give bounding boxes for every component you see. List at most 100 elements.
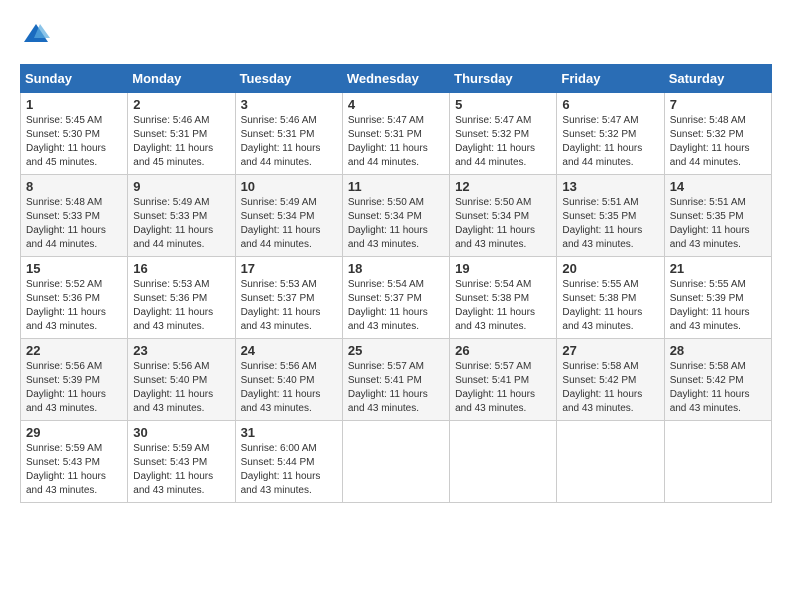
- day-info: Sunrise: 5:50 AMSunset: 5:34 PMDaylight:…: [455, 196, 551, 252]
- calendar-day-cell: 30 Sunrise: 5:59 AMSunset: 5:43 PMDayligh…: [128, 421, 235, 503]
- day-number: 4: [348, 97, 444, 112]
- day-info: Sunrise: 5:51 AMSunset: 5:35 PMDaylight:…: [562, 196, 658, 252]
- day-number: 28: [670, 343, 766, 358]
- day-info: Sunrise: 5:49 AMSunset: 5:34 PMDaylight:…: [241, 196, 337, 252]
- day-info: Sunrise: 5:49 AMSunset: 5:33 PMDaylight:…: [133, 196, 229, 252]
- day-info: Sunrise: 5:59 AMSunset: 5:43 PMDaylight:…: [133, 442, 229, 498]
- day-info: Sunrise: 5:48 AMSunset: 5:32 PMDaylight:…: [670, 114, 766, 170]
- calendar-day-cell: 2 Sunrise: 5:46 AMSunset: 5:31 PMDaylight…: [128, 93, 235, 175]
- day-info: Sunrise: 5:54 AMSunset: 5:37 PMDaylight:…: [348, 278, 444, 334]
- calendar-day-cell: 29 Sunrise: 5:59 AMSunset: 5:43 PMDayligh…: [21, 421, 128, 503]
- calendar-day-cell: [342, 421, 449, 503]
- calendar-day-cell: 8 Sunrise: 5:48 AMSunset: 5:33 PMDaylight…: [21, 175, 128, 257]
- day-number: 15: [26, 261, 122, 276]
- calendar-day-cell: 16 Sunrise: 5:53 AMSunset: 5:36 PMDayligh…: [128, 257, 235, 339]
- day-number: 2: [133, 97, 229, 112]
- day-number: 14: [670, 179, 766, 194]
- day-number: 30: [133, 425, 229, 440]
- day-number: 17: [241, 261, 337, 276]
- calendar-day-cell: [664, 421, 771, 503]
- calendar-day-cell: 9 Sunrise: 5:49 AMSunset: 5:33 PMDaylight…: [128, 175, 235, 257]
- day-info: Sunrise: 5:53 AMSunset: 5:36 PMDaylight:…: [133, 278, 229, 334]
- day-info: Sunrise: 5:47 AMSunset: 5:32 PMDaylight:…: [562, 114, 658, 170]
- calendar-day-cell: 1 Sunrise: 5:45 AMSunset: 5:30 PMDaylight…: [21, 93, 128, 175]
- day-number: 20: [562, 261, 658, 276]
- day-number: 23: [133, 343, 229, 358]
- calendar-day-cell: 18 Sunrise: 5:54 AMSunset: 5:37 PMDayligh…: [342, 257, 449, 339]
- day-number: 24: [241, 343, 337, 358]
- day-number: 7: [670, 97, 766, 112]
- day-number: 16: [133, 261, 229, 276]
- calendar-header-row: SundayMondayTuesdayWednesdayThursdayFrid…: [21, 65, 772, 93]
- calendar-week-row: 15 Sunrise: 5:52 AMSunset: 5:36 PMDayligh…: [21, 257, 772, 339]
- calendar-day-cell: 21 Sunrise: 5:55 AMSunset: 5:39 PMDayligh…: [664, 257, 771, 339]
- logo: [20, 20, 50, 48]
- day-info: Sunrise: 5:54 AMSunset: 5:38 PMDaylight:…: [455, 278, 551, 334]
- calendar-table: SundayMondayTuesdayWednesdayThursdayFrid…: [20, 64, 772, 503]
- day-number: 22: [26, 343, 122, 358]
- day-info: Sunrise: 5:46 AMSunset: 5:31 PMDaylight:…: [241, 114, 337, 170]
- day-info: Sunrise: 5:57 AMSunset: 5:41 PMDaylight:…: [455, 360, 551, 416]
- day-number: 29: [26, 425, 122, 440]
- weekday-header: Tuesday: [235, 65, 342, 93]
- calendar-day-cell: 3 Sunrise: 5:46 AMSunset: 5:31 PMDaylight…: [235, 93, 342, 175]
- day-number: 3: [241, 97, 337, 112]
- day-info: Sunrise: 5:47 AMSunset: 5:32 PMDaylight:…: [455, 114, 551, 170]
- day-number: 18: [348, 261, 444, 276]
- day-info: Sunrise: 5:52 AMSunset: 5:36 PMDaylight:…: [26, 278, 122, 334]
- day-info: Sunrise: 6:00 AMSunset: 5:44 PMDaylight:…: [241, 442, 337, 498]
- calendar-day-cell: 26 Sunrise: 5:57 AMSunset: 5:41 PMDayligh…: [450, 339, 557, 421]
- weekday-header: Monday: [128, 65, 235, 93]
- day-number: 21: [670, 261, 766, 276]
- day-info: Sunrise: 5:47 AMSunset: 5:31 PMDaylight:…: [348, 114, 444, 170]
- calendar-week-row: 22Sunrise: 5:56 AMSunset: 5:39 PMDayligh…: [21, 339, 772, 421]
- calendar-day-cell: 23 Sunrise: 5:56 AMSunset: 5:40 PMDayligh…: [128, 339, 235, 421]
- calendar-day-cell: 28 Sunrise: 5:58 AMSunset: 5:42 PMDayligh…: [664, 339, 771, 421]
- weekday-header: Thursday: [450, 65, 557, 93]
- day-number: 10: [241, 179, 337, 194]
- calendar-day-cell: 19Sunrise: 5:54 AMSunset: 5:38 PMDayligh…: [450, 257, 557, 339]
- day-number: 31: [241, 425, 337, 440]
- calendar-week-row: 8 Sunrise: 5:48 AMSunset: 5:33 PMDaylight…: [21, 175, 772, 257]
- calendar-day-cell: 24Sunrise: 5:56 AMSunset: 5:40 PMDayligh…: [235, 339, 342, 421]
- day-number: 12: [455, 179, 551, 194]
- page-header: [20, 20, 772, 48]
- day-number: 5: [455, 97, 551, 112]
- day-info: Sunrise: 5:58 AMSunset: 5:42 PMDaylight:…: [670, 360, 766, 416]
- weekday-header: Sunday: [21, 65, 128, 93]
- day-number: 8: [26, 179, 122, 194]
- weekday-header: Friday: [557, 65, 664, 93]
- calendar-day-cell: 10 Sunrise: 5:49 AMSunset: 5:34 PMDayligh…: [235, 175, 342, 257]
- day-info: Sunrise: 5:59 AMSunset: 5:43 PMDaylight:…: [26, 442, 122, 498]
- day-number: 26: [455, 343, 551, 358]
- day-info: Sunrise: 5:45 AMSunset: 5:30 PMDaylight:…: [26, 114, 122, 170]
- calendar-day-cell: 31 Sunrise: 6:00 AMSunset: 5:44 PMDayligh…: [235, 421, 342, 503]
- day-info: Sunrise: 5:58 AMSunset: 5:42 PMDaylight:…: [562, 360, 658, 416]
- calendar-day-cell: 25Sunrise: 5:57 AMSunset: 5:41 PMDayligh…: [342, 339, 449, 421]
- day-info: Sunrise: 5:56 AMSunset: 5:40 PMDaylight:…: [133, 360, 229, 416]
- day-info: Sunrise: 5:55 AMSunset: 5:39 PMDaylight:…: [670, 278, 766, 334]
- day-number: 6: [562, 97, 658, 112]
- day-info: Sunrise: 5:55 AMSunset: 5:38 PMDaylight:…: [562, 278, 658, 334]
- day-info: Sunrise: 5:48 AMSunset: 5:33 PMDaylight:…: [26, 196, 122, 252]
- day-number: 27: [562, 343, 658, 358]
- day-info: Sunrise: 5:50 AMSunset: 5:34 PMDaylight:…: [348, 196, 444, 252]
- day-number: 1: [26, 97, 122, 112]
- calendar-day-cell: 14Sunrise: 5:51 AMSunset: 5:35 PMDayligh…: [664, 175, 771, 257]
- logo-icon: [22, 20, 50, 48]
- day-info: Sunrise: 5:53 AMSunset: 5:37 PMDaylight:…: [241, 278, 337, 334]
- day-number: 13: [562, 179, 658, 194]
- day-info: Sunrise: 5:46 AMSunset: 5:31 PMDaylight:…: [133, 114, 229, 170]
- calendar-day-cell: 7 Sunrise: 5:48 AMSunset: 5:32 PMDaylight…: [664, 93, 771, 175]
- calendar-day-cell: 15 Sunrise: 5:52 AMSunset: 5:36 PMDayligh…: [21, 257, 128, 339]
- calendar-week-row: 1 Sunrise: 5:45 AMSunset: 5:30 PMDaylight…: [21, 93, 772, 175]
- day-number: 9: [133, 179, 229, 194]
- calendar-day-cell: 17 Sunrise: 5:53 AMSunset: 5:37 PMDayligh…: [235, 257, 342, 339]
- day-number: 25: [348, 343, 444, 358]
- calendar-day-cell: [557, 421, 664, 503]
- calendar-day-cell: 11Sunrise: 5:50 AMSunset: 5:34 PMDayligh…: [342, 175, 449, 257]
- calendar-week-row: 29 Sunrise: 5:59 AMSunset: 5:43 PMDayligh…: [21, 421, 772, 503]
- calendar-day-cell: 12 Sunrise: 5:50 AMSunset: 5:34 PMDayligh…: [450, 175, 557, 257]
- calendar-day-cell: 13 Sunrise: 5:51 AMSunset: 5:35 PMDayligh…: [557, 175, 664, 257]
- calendar-day-cell: 20 Sunrise: 5:55 AMSunset: 5:38 PMDayligh…: [557, 257, 664, 339]
